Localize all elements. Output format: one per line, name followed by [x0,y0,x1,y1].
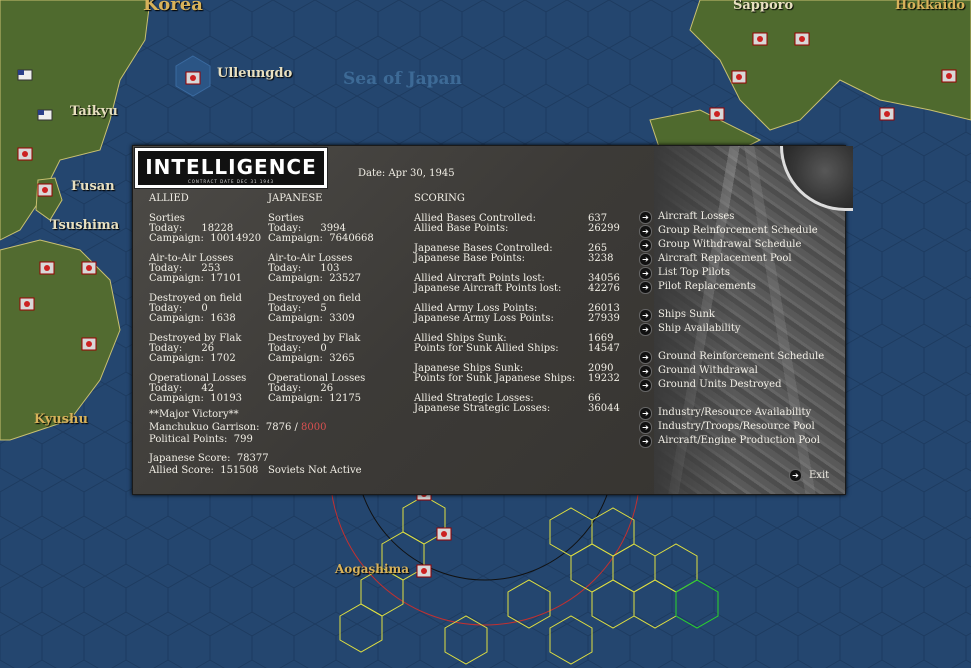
allied-score: Allied Score: 151508 [149,465,259,476]
right-arrow-icon: ➔ [789,469,802,482]
soviets-status: Soviets Not Active [268,465,362,476]
map-label-hokkaido: Hokkaido [895,0,966,13]
right-arrow-icon: ➔ [639,421,652,434]
right-arrow-icon: ➔ [639,267,652,280]
logo-title: INTELLIGENCE [145,155,317,179]
right-arrow-icon: ➔ [639,435,652,448]
right-arrow-icon: ➔ [639,309,652,322]
logo-subtitle: CONTRACT DATE DEC 31 1943 [187,179,275,184]
map-label-sea-of-japan: Sea of Japan [343,69,462,89]
map-label-korea: Korea [143,0,203,15]
japanese-score: Japanese Score: 78377 [149,453,269,464]
manchukuo-garrison: Manchukuo Garrison: 7876 / 8000 [149,422,327,433]
map-label-aogashima: Aogashima [335,562,409,576]
red-seal-stamp [780,146,853,211]
map-label-tsushima: Tsushima [50,218,120,233]
right-arrow-icon: ➔ [639,253,652,266]
allied-header: ALLIED [149,193,189,204]
right-arrow-icon: ➔ [639,211,652,224]
scoring-header: SCORING [414,193,465,204]
garrison-required: 8000 [301,422,327,433]
right-arrow-icon: ➔ [639,379,652,392]
right-arrow-icon: ➔ [639,239,652,252]
right-arrow-icon: ➔ [639,225,652,238]
intelligence-panel: INTELLIGENCE CONTRACT DATE DEC 31 1943 D… [132,145,853,495]
report-date: Date: Apr 30, 1945 [358,168,455,179]
map-label-kyushu: Kyushu [34,412,88,427]
map-label-ulleungdo: Ulleungdo [217,66,293,81]
right-arrow-icon: ➔ [639,323,652,336]
map-label-sapporo: Sapporo [733,0,794,13]
right-arrow-icon: ➔ [639,281,652,294]
map-label-taikyu: Taikyu [70,104,118,119]
intelligence-logo: INTELLIGENCE CONTRACT DATE DEC 31 1943 [134,147,328,189]
japanese-header: JAPANESE [268,193,323,204]
right-arrow-icon: ➔ [639,365,652,378]
victory-status: **Major Victory** [149,409,239,420]
right-arrow-icon: ➔ [639,407,652,420]
map-label-fusan: Fusan [71,179,115,194]
right-arrow-icon: ➔ [639,351,652,364]
political-points: Political Points: 799 [149,434,253,445]
